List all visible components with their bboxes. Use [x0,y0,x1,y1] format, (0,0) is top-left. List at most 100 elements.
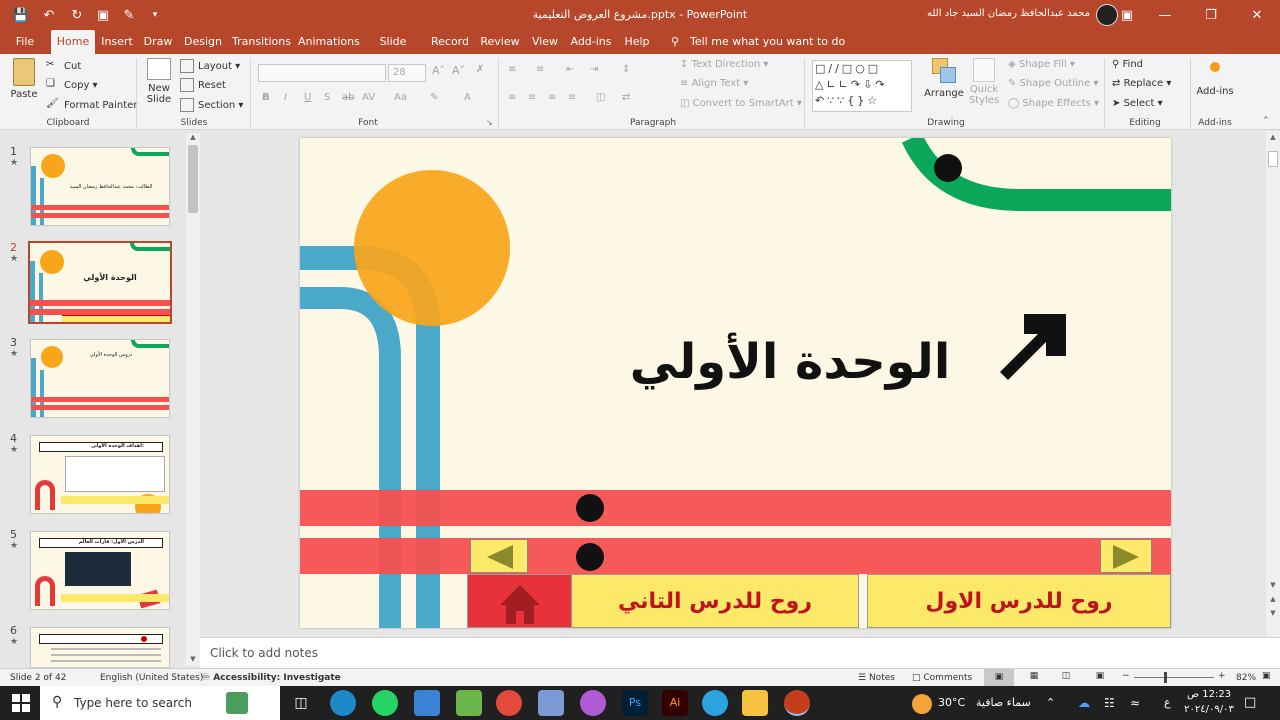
thumbnails-scrollbar[interactable]: ▲ ▼ [186,133,200,666]
fit-to-window-icon[interactable]: ▣ [1262,671,1271,681]
section-button[interactable]: Section ▾ [180,98,243,112]
slide-thumbnail[interactable]: دروس الوحدة الأولي [30,339,170,418]
photoshop-icon[interactable]: Ps [622,690,648,716]
edge-icon[interactable] [330,690,356,716]
home-button[interactable] [467,574,572,628]
increase-indent-icon[interactable]: ⇥ [590,64,598,75]
slide-title[interactable]: الوحدة الأولي [600,334,980,390]
decrease-indent-icon[interactable]: ⇤ [566,64,574,75]
tab-record[interactable]: Record [430,30,470,54]
layout-button[interactable]: Layout ▾ [180,59,240,73]
windows-start-icon[interactable] [12,694,30,712]
tell-me-search[interactable]: Tell me what you want to do [690,30,845,54]
shadow-icon[interactable]: S [324,92,330,103]
reading-view-icon[interactable]: ◫ [1056,671,1076,681]
bold-icon[interactable]: B [262,92,270,103]
slide-sorter-icon[interactable]: ▦ [1024,671,1044,681]
telegram-icon[interactable] [702,690,728,716]
weather-icon[interactable] [912,694,932,714]
columns-icon[interactable]: ◫ [596,92,605,103]
shape-fill-button[interactable]: ◈ Shape Fill ▾ [1008,59,1075,70]
tab-insert[interactable]: Insert [100,30,134,54]
align-left-icon[interactable]: ≡ [508,92,516,103]
shapes-gallery[interactable]: □∕∕□○□ △∟∟↷⇩↷ ↶∵∵{}☆ [812,60,912,112]
normal-view-icon[interactable]: ▣ [984,669,1014,686]
network-icon[interactable]: ☷ [1104,696,1115,710]
tab-help[interactable]: Help [622,30,652,54]
text-direction-button[interactable]: ↕ Text Direction ▾ [680,59,768,70]
lesson-1-button[interactable]: روح للدرس الاول [867,574,1171,628]
add-ins-button[interactable]: Add-ins [1196,62,1234,97]
tab-add-ins[interactable]: Add-ins [568,30,614,54]
italic-icon[interactable]: I [284,92,287,103]
copy-button[interactable]: ❏ Copy ▾ [46,78,98,92]
cut-button[interactable]: ✂ Cut [46,59,81,73]
convert-smartart-button[interactable]: ◫ Convert to SmartArt ▾ [680,98,802,109]
slide-thumbnail[interactable]: الطالب: محمد عبدالحافظ رمضان السيد [30,147,170,226]
powerpoint-taskbar-icon[interactable] [784,690,810,716]
app-icon[interactable] [538,690,564,716]
underline-icon[interactable]: U [304,92,311,103]
slide-thumbnail[interactable]: اهداف الوحدة الأولى: [30,435,170,514]
slide-thumbnail-selected[interactable]: الوحدة الأولي [28,241,172,324]
tab-animations[interactable]: Animations [298,30,360,54]
zoom-out-icon[interactable]: − [1122,671,1130,681]
font-color-icon[interactable]: A [464,92,471,103]
whatsapp-icon[interactable] [372,690,398,716]
tab-view[interactable]: View [530,30,560,54]
weather-temp[interactable]: 30°C [938,696,965,709]
notes-button[interactable]: ☰ Notes [858,673,895,683]
slide-canvas[interactable]: الوحدة الأولي روح للدرس التاني روح للدرس… [300,138,1171,628]
slide-thumbnail[interactable] [30,627,170,668]
scroll-down-icon[interactable]: ▼ [186,655,200,665]
zoom-slider[interactable] [1134,677,1214,678]
wifi-icon[interactable]: ≈ [1130,696,1140,710]
reset-button[interactable]: Reset [180,78,226,92]
font-size-combo[interactable]: 28 [388,64,426,82]
input-language[interactable]: ع [1164,696,1171,709]
tab-review[interactable]: Review [480,30,520,54]
scroll-thumb[interactable] [188,145,198,213]
arrange-button[interactable]: Arrange [924,58,964,99]
accessibility-button[interactable]: ♾ Accessibility: Investigate [202,673,341,683]
tab-design[interactable]: Design [184,30,222,54]
clear-format-icon[interactable]: ✗ [476,64,484,75]
close-icon[interactable]: ✕ [1234,0,1280,30]
notes-pane[interactable]: Click to add notes [200,637,1280,668]
bullets-icon[interactable]: ≡ [508,64,516,75]
tray-chevron-icon[interactable]: ⌃ [1046,696,1055,709]
quick-styles-button[interactable]: Quick Styles [966,58,1002,106]
clock-date[interactable]: ٢٠٢٤/٠٩/٠٣ [1182,704,1236,715]
tab-slide-show[interactable]: Slide Show [364,30,422,72]
align-right-icon[interactable]: ≡ [548,92,556,103]
notification-icon[interactable]: □ [1244,695,1256,710]
minimize-icon[interactable]: — [1142,0,1188,30]
tab-draw[interactable]: Draw [142,30,174,54]
comments-button[interactable]: □ Comments [912,673,972,683]
scroll-down-icon[interactable]: ▼ [1267,581,1279,591]
char-spacing-icon[interactable]: AV [362,92,375,103]
scroll-up-icon[interactable]: ▲ [1267,133,1279,143]
zoom-slider-handle[interactable] [1164,672,1167,683]
scroll-thumb[interactable] [1268,151,1278,167]
tab-home[interactable]: Home [51,30,95,54]
maximize-icon[interactable]: ❐ [1188,0,1234,30]
prev-slide-button[interactable] [470,539,528,573]
slide-show-icon[interactable]: ▣ [1090,671,1110,681]
change-case-icon[interactable]: Aa [394,92,407,103]
font-name-combo[interactable] [258,64,386,82]
replace-button[interactable]: ⇄ Replace ▾ [1112,78,1171,89]
paste-button[interactable]: Paste [8,58,40,100]
weather-text[interactable]: سماء صافية [976,696,1031,709]
find-button[interactable]: ⚲ Find [1112,59,1143,70]
grow-font-icon[interactable]: A˄ [432,64,445,77]
select-button[interactable]: ➤ Select ▾ [1112,98,1163,109]
lesson-2-button[interactable]: روح للدرس التاني [571,574,859,628]
taskbar-search-box[interactable]: ⚲ Type here to search [40,686,280,720]
task-view-icon[interactable]: ◫ [288,690,314,716]
zoom-level[interactable]: 82% [1236,673,1256,683]
chrome-icon[interactable] [496,690,522,716]
slide-thumbnail[interactable]: الدرس الأول: قارات العالم [30,531,170,610]
scroll-up-icon[interactable]: ▲ [186,133,200,143]
file-explorer-icon[interactable] [742,690,768,716]
